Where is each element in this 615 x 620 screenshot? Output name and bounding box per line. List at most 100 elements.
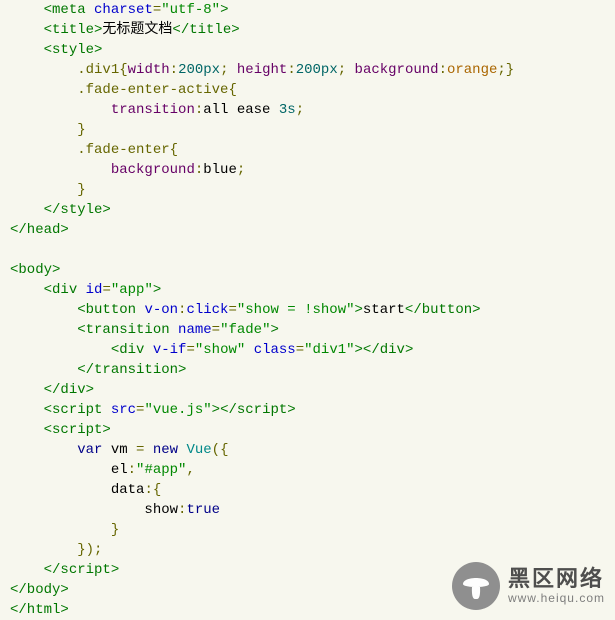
- semi: ;: [338, 62, 346, 78]
- brace: }: [77, 182, 85, 198]
- val: "div1": [304, 342, 354, 358]
- tag: </html>: [10, 602, 69, 618]
- punct: =: [296, 342, 304, 358]
- tag: </button>: [405, 302, 481, 318]
- colon: :: [439, 62, 447, 78]
- prop: height: [237, 62, 287, 78]
- code-block: <meta charset="utf-8"> <title>无标题文档</tit…: [0, 0, 615, 620]
- punct: =: [186, 342, 194, 358]
- punct: }: [111, 522, 119, 538]
- op: :: [128, 462, 136, 478]
- brace: }: [506, 62, 514, 78]
- str: "#app": [136, 462, 186, 478]
- tag: </style>: [44, 202, 111, 218]
- punct: ,: [186, 462, 194, 478]
- punct: ({: [212, 442, 229, 458]
- watermark-text: 黑区网络 www.heiqu.com: [508, 568, 605, 604]
- colon: :: [287, 62, 295, 78]
- ident: data: [111, 482, 145, 498]
- punct: });: [77, 542, 102, 558]
- prop: background: [111, 162, 195, 178]
- ident: el: [111, 462, 128, 478]
- val: "vue.js": [144, 402, 211, 418]
- brace: }: [77, 122, 85, 138]
- tag: </div>: [44, 382, 94, 398]
- tag: <script>: [44, 422, 111, 438]
- tag: </script>: [220, 402, 296, 418]
- tag: >: [212, 402, 220, 418]
- tag: >: [220, 2, 228, 18]
- punct: {: [153, 482, 161, 498]
- semi: ;: [497, 62, 505, 78]
- fn: Vue: [178, 442, 212, 458]
- colon: :: [170, 62, 178, 78]
- semi: ;: [220, 62, 228, 78]
- tag: ></div>: [355, 342, 414, 358]
- tag: <style>: [44, 42, 103, 58]
- prop: background: [355, 62, 439, 78]
- val: "show": [195, 342, 245, 358]
- num: 3s: [279, 102, 296, 118]
- brace: {: [228, 82, 236, 98]
- kw: var: [77, 442, 102, 458]
- brace: {: [119, 62, 127, 78]
- tag: </title>: [172, 22, 239, 38]
- tag: <div: [44, 282, 78, 298]
- punct: =: [212, 322, 220, 338]
- prop: width: [128, 62, 170, 78]
- text: 无标题文档: [102, 22, 172, 38]
- prop: transition: [111, 102, 195, 118]
- val: "app": [111, 282, 153, 298]
- colon: :: [195, 162, 203, 178]
- text: start: [363, 302, 405, 318]
- bool: true: [186, 502, 220, 518]
- val: blue: [203, 162, 237, 178]
- val: all ease: [203, 102, 279, 118]
- val: "show = !show": [237, 302, 355, 318]
- tag: >: [355, 302, 363, 318]
- tag: </head>: [10, 222, 69, 238]
- attr: v-on: [144, 302, 178, 318]
- kw: new: [144, 442, 178, 458]
- punct: =: [228, 302, 236, 318]
- mushroom-icon: [452, 562, 500, 610]
- tag: >: [153, 282, 161, 298]
- tag: <script: [44, 402, 103, 418]
- brace: {: [170, 142, 178, 158]
- tag: </script>: [44, 562, 120, 578]
- tag: </body>: [10, 582, 69, 598]
- attr: name: [178, 322, 212, 338]
- tag: >: [270, 322, 278, 338]
- tag: <div: [111, 342, 145, 358]
- attr: click: [186, 302, 228, 318]
- attr: charset: [94, 2, 153, 18]
- selector: .div1: [77, 62, 119, 78]
- num: 200px: [296, 62, 338, 78]
- val: "utf-8": [161, 2, 220, 18]
- ident: show: [144, 502, 178, 518]
- semi: ;: [296, 102, 304, 118]
- punct: =: [102, 282, 110, 298]
- tag: <body>: [10, 262, 60, 278]
- tag: <button: [77, 302, 136, 318]
- num: 200px: [178, 62, 220, 78]
- ident: vm: [102, 442, 136, 458]
- tag: <title>: [44, 22, 103, 38]
- tag: </transition>: [77, 362, 186, 378]
- colon: :: [195, 102, 203, 118]
- tag: <transition: [77, 322, 169, 338]
- punct: =: [153, 2, 161, 18]
- op: :: [144, 482, 152, 498]
- watermark-en: www.heiqu.com: [508, 592, 605, 604]
- attr: v-if: [153, 342, 187, 358]
- val: orange: [447, 62, 497, 78]
- val: "fade": [220, 322, 270, 338]
- tag: <meta: [44, 2, 86, 18]
- semi: ;: [237, 162, 245, 178]
- selector: .fade-enter: [77, 142, 169, 158]
- attr: id: [86, 282, 103, 298]
- watermark: 黑区网络 www.heiqu.com: [452, 562, 605, 610]
- attr: class: [254, 342, 296, 358]
- selector: .fade-enter-active: [77, 82, 228, 98]
- watermark-cn: 黑区网络: [508, 568, 605, 590]
